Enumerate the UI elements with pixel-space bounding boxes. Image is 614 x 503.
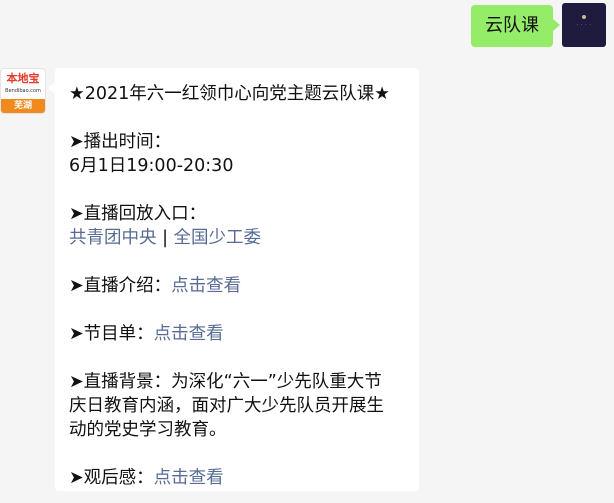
sender-avatar-site: Bendibao.com <box>5 88 41 94</box>
incoming-message-bubble: ★2021年六一红领巾心向党主题云队课★ ➤播出时间： 6月1日19:00-20… <box>48 68 419 491</box>
self-avatar[interactable]: · · · · <box>562 3 606 47</box>
feedback-link[interactable]: 点击查看 <box>154 468 224 488</box>
feedback-label: ➤观后感： <box>69 468 154 488</box>
replay-links: 共青团中央 | 全国少工委 <box>69 226 405 250</box>
broadcast-time-label: ➤播出时间： <box>69 132 172 152</box>
intro-line: ➤直播介绍：点击查看 <box>69 274 405 298</box>
background-line-3: 动的党史学习教育。 <box>69 420 227 440</box>
program-label: ➤节目单： <box>69 324 154 344</box>
program-line: ➤节目单：点击查看 <box>69 322 405 346</box>
intro-label: ➤直播介绍： <box>69 276 172 296</box>
sender-avatar[interactable]: 本地宝 Bendibao.com 芜湖 <box>1 69 45 113</box>
program-link[interactable]: 点击查看 <box>154 324 224 344</box>
brand-avatar-icon <box>582 15 586 19</box>
outgoing-message-bubble[interactable]: 云队课 <box>471 5 560 47</box>
replay-separator: | <box>156 228 174 248</box>
replay-link-young-pioneers[interactable]: 全国少工委 <box>174 228 262 248</box>
intro-link[interactable]: 点击查看 <box>171 276 241 296</box>
message-title: ★2021年六一红领巾心向党主题云队课★ <box>69 84 390 104</box>
background-line-2: 庆日教育内涵，面对广大少先队员开展生 <box>69 396 384 416</box>
replay-label: ➤直播回放入口： <box>69 204 207 224</box>
replay-link-cyl[interactable]: 共青团中央 <box>69 228 157 248</box>
broadcast-time-value: 6月1日19:00-20:30 <box>69 156 234 176</box>
self-avatar-mark: · · · · <box>576 22 592 28</box>
feedback-line: ➤观后感：点击查看 <box>69 466 405 490</box>
sender-avatar-city: 芜湖 <box>1 99 45 113</box>
background-line-1: ➤直播背景：为深化“六一”少先队重大节 <box>69 372 382 392</box>
outgoing-message-row: 云队课 · · · · <box>0 0 614 60</box>
sender-avatar-brand: 本地宝 <box>6 72 40 85</box>
